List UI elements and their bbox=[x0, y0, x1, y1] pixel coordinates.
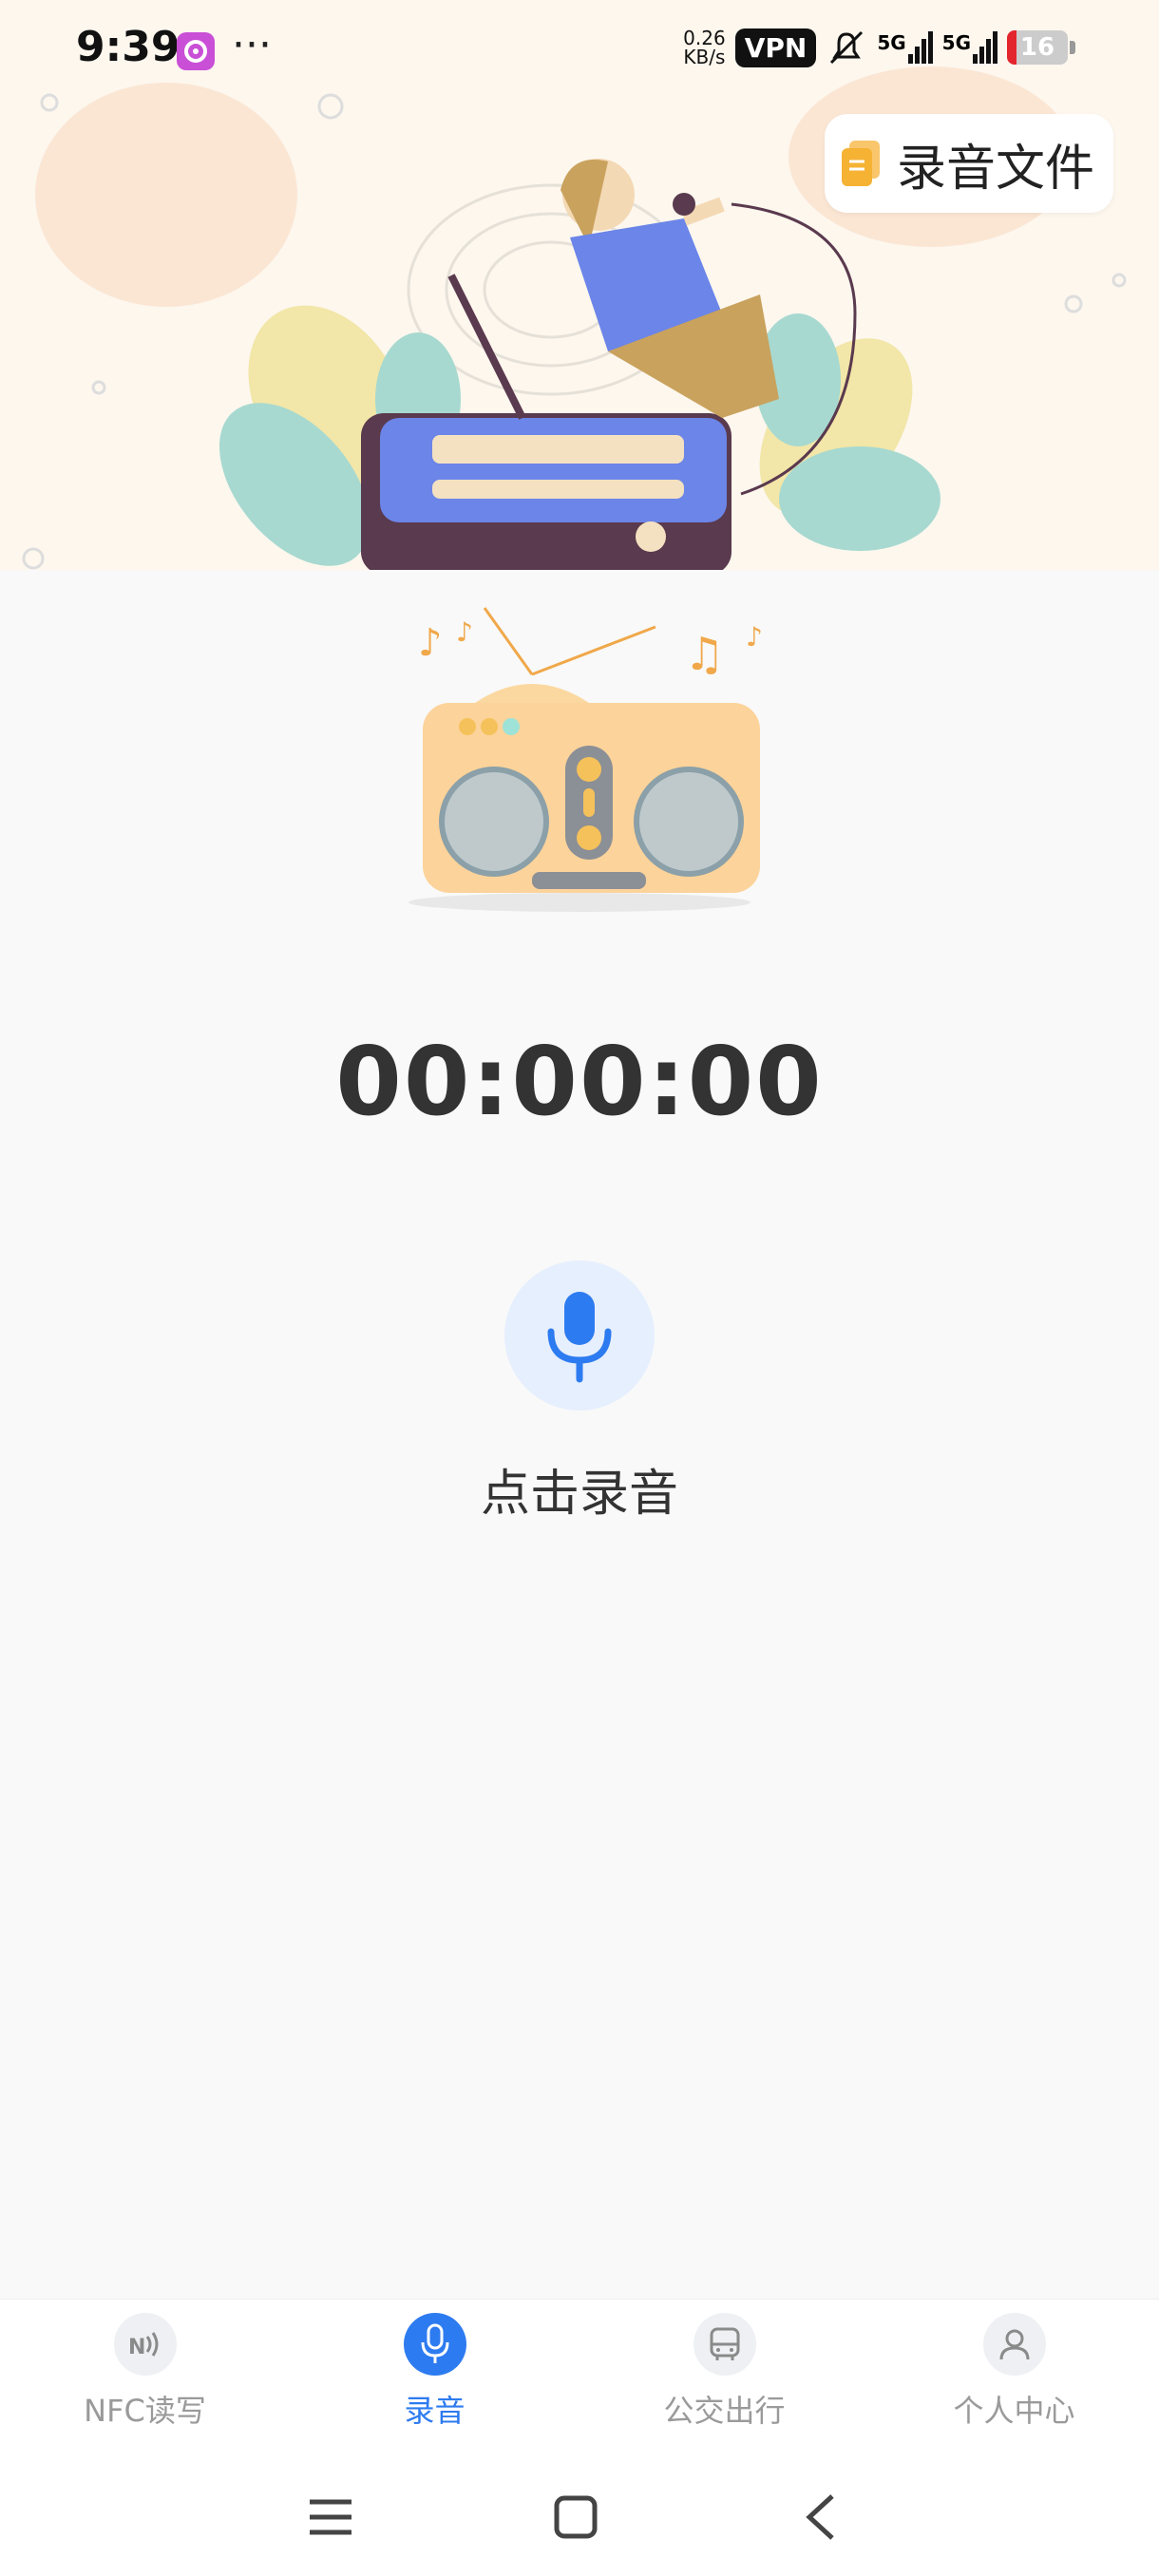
radio-illustration: ♪ ♪ ♫ ♪ bbox=[408, 607, 763, 912]
battery-icon: 16 bbox=[1007, 30, 1075, 65]
nav-label-record: 录音 bbox=[404, 2393, 466, 2429]
signal-icon-1: 5G bbox=[877, 31, 933, 64]
app-notification-icon bbox=[177, 32, 215, 70]
network-speed-value: 0.26 bbox=[683, 27, 726, 49]
network-type-2: 5G bbox=[941, 31, 971, 54]
system-navigation-bar bbox=[0, 2460, 1159, 2576]
bottom-navigation: N NFC读写 录音 公交出行 个人中心 bbox=[0, 2299, 1159, 2461]
person-icon bbox=[982, 2313, 1046, 2376]
home-icon[interactable] bbox=[547, 2489, 604, 2546]
bus-icon bbox=[693, 2313, 756, 2376]
tap-to-record-label: 点击录音 bbox=[480, 1466, 678, 1523]
svg-text:♪: ♪ bbox=[746, 621, 763, 653]
record-files-button[interactable]: 录音文件 bbox=[824, 114, 1113, 213]
svg-text:♪: ♪ bbox=[456, 616, 473, 648]
status-bar: 9:39 ··· 0.26 KB/s VPN 5G 5G 16 bbox=[0, 0, 1159, 104]
menu-icon[interactable] bbox=[302, 2489, 359, 2546]
nav-label-nfc: NFC读写 bbox=[84, 2393, 206, 2429]
svg-text:♪: ♪ bbox=[418, 621, 443, 665]
more-notifications-icon: ··· bbox=[232, 21, 272, 69]
file-icon bbox=[841, 141, 880, 186]
microphone-icon bbox=[547, 1292, 612, 1383]
network-speed: 0.26 KB/s bbox=[683, 28, 726, 66]
record-files-label: 录音文件 bbox=[896, 140, 1094, 198]
nav-item-nfc[interactable]: N NFC读写 bbox=[0, 2300, 290, 2461]
nav-label-profile: 个人中心 bbox=[953, 2393, 1075, 2429]
nav-item-record[interactable]: 录音 bbox=[290, 2300, 580, 2461]
status-time: 9:39 bbox=[76, 23, 180, 71]
nav-label-bus: 公交出行 bbox=[663, 2393, 786, 2429]
nav-item-bus[interactable]: 公交出行 bbox=[580, 2300, 869, 2461]
network-type-1: 5G bbox=[877, 31, 906, 54]
battery-text: 16 bbox=[1019, 33, 1055, 62]
svg-text:♫: ♫ bbox=[684, 628, 725, 681]
mic-icon bbox=[403, 2313, 466, 2376]
svg-text:N: N bbox=[128, 2336, 145, 2359]
mute-bell-icon bbox=[830, 30, 864, 65]
nfc-icon: N bbox=[113, 2313, 177, 2376]
recording-timer: 00:00:00 bbox=[335, 1026, 824, 1137]
nav-item-profile[interactable]: 个人中心 bbox=[869, 2300, 1159, 2461]
signal-icon-2: 5G bbox=[942, 31, 998, 64]
network-speed-unit: KB/s bbox=[683, 46, 726, 68]
back-icon[interactable] bbox=[792, 2489, 849, 2546]
record-button[interactable] bbox=[504, 1260, 655, 1411]
vpn-badge: VPN bbox=[734, 28, 817, 67]
